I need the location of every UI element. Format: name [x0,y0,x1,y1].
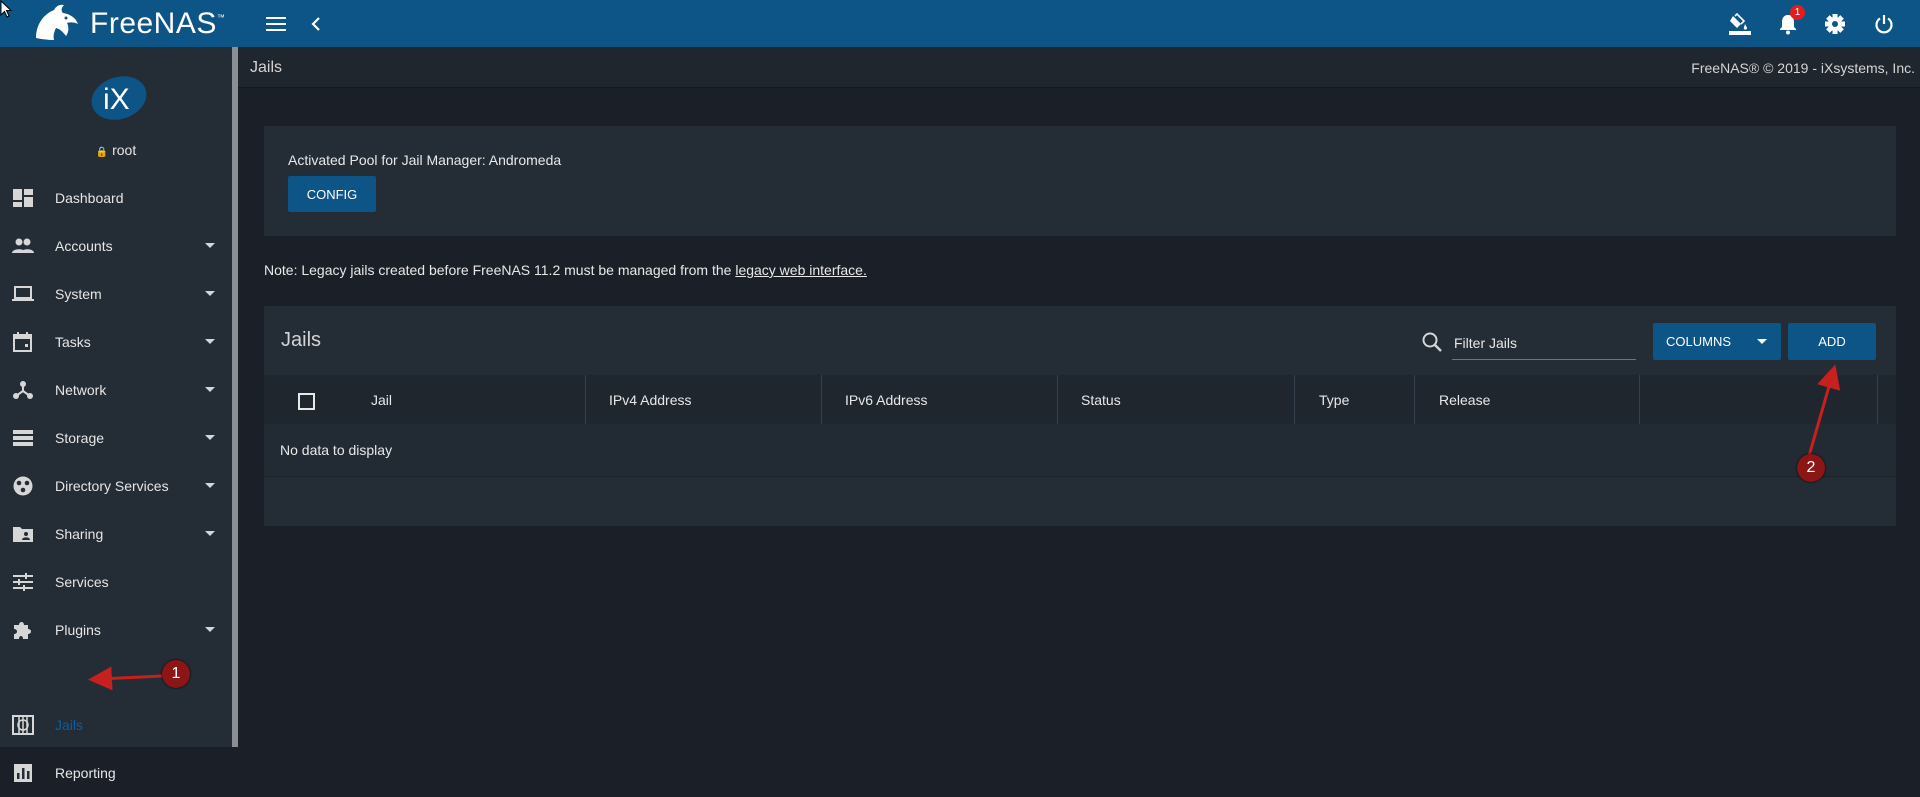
sidebar-item-label: Reporting [55,765,116,781]
annotation-arrow-2 [1807,364,1841,457]
annotation-marker-2: 2 [1797,454,1825,482]
mouse-cursor-icon [0,0,13,18]
sidebar-item-reporting[interactable]: Reporting [0,749,232,797]
annotation-marker-1: 1 [162,660,190,688]
chart-icon [14,764,32,782]
annotation-arrow-1 [88,666,163,691]
annotation-arrows [88,364,1841,691]
